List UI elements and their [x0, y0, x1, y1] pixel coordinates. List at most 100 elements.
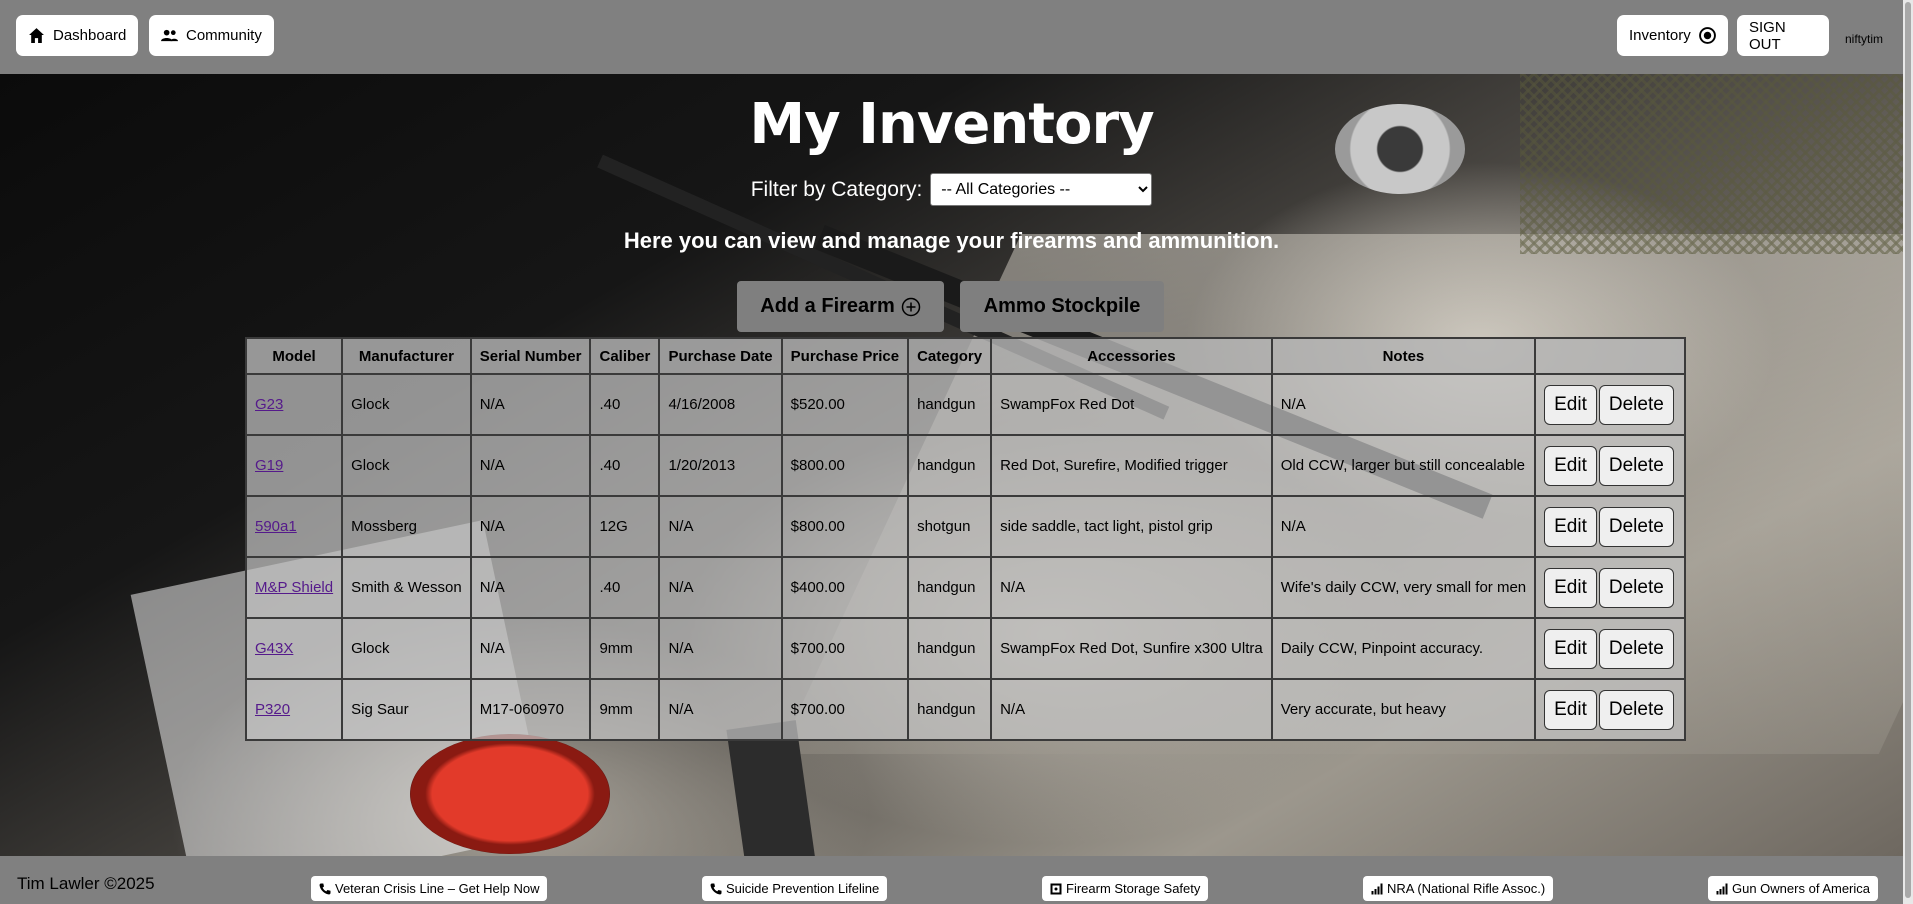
suicide-prevention-link[interactable]: Suicide Prevention Lifeline	[702, 876, 888, 901]
sign-out-button[interactable]: SIGN OUT	[1737, 15, 1829, 56]
cell-caliber: 12G	[589, 495, 661, 558]
header-manufacturer: Manufacturer	[341, 337, 472, 375]
cell-purchase-date: N/A	[658, 617, 783, 680]
cell-category: handgun	[907, 556, 993, 619]
cell-actions: Edit Delete	[1534, 495, 1686, 558]
community-label: Community	[186, 27, 262, 44]
cell-caliber: 9mm	[589, 617, 661, 680]
cell-notes: Wife's daily CCW, very small for men	[1270, 556, 1537, 619]
cell-price: $800.00	[780, 495, 910, 558]
cell-actions: Edit Delete	[1534, 617, 1686, 680]
cell-category: handgun	[907, 434, 993, 497]
delete-button[interactable]: Delete	[1598, 567, 1674, 608]
cell-price: $700.00	[780, 678, 910, 741]
edit-button[interactable]: Edit	[1544, 567, 1597, 608]
header-model: Model	[244, 337, 344, 375]
cell-actions: Edit Delete	[1534, 678, 1686, 741]
delete-button[interactable]: Delete	[1598, 384, 1674, 425]
table-header-row: Model Manufacturer Serial Number Caliber…	[244, 337, 1686, 375]
edit-button[interactable]: Edit	[1544, 689, 1597, 730]
category-select[interactable]: -- All Categories --	[930, 173, 1153, 206]
username: niftytim	[1845, 32, 1884, 46]
cell-category: handgun	[907, 373, 993, 436]
cell-accessories: SwampFox Red Dot, Sunfire x300 Ultra	[990, 617, 1273, 680]
cell-serial: N/A	[469, 434, 592, 497]
target-icon	[1698, 27, 1716, 44]
ammo-stockpile-label: Ammo Stockpile	[983, 295, 1141, 317]
model-link[interactable]: M&P Shield	[255, 579, 333, 596]
cell-caliber: 9mm	[589, 678, 661, 741]
cell-model: G19	[244, 434, 344, 497]
cell-notes: Very accurate, but heavy	[1270, 678, 1537, 741]
vertical-scrollbar[interactable]	[1903, 0, 1913, 904]
cell-price: $700.00	[780, 617, 910, 680]
phone-icon	[319, 883, 331, 894]
table-row: G23 Glock N/A .40 4/16/2008 $520.00 hand…	[244, 373, 1686, 436]
cell-serial: N/A	[469, 373, 592, 436]
copyright-text: Tim Lawler ©2025	[17, 874, 155, 893]
model-link[interactable]: G19	[255, 457, 283, 474]
users-icon	[161, 29, 178, 42]
cell-accessories: N/A	[990, 678, 1273, 741]
cell-purchase-date: 1/20/2013	[658, 434, 783, 497]
page-title: My Inventory	[749, 92, 1154, 157]
header-category: Category	[907, 337, 993, 375]
cell-price: $520.00	[780, 373, 910, 436]
footer-link-label: Suicide Prevention Lifeline	[726, 881, 880, 896]
cell-actions: Edit Delete	[1534, 556, 1686, 619]
delete-button[interactable]: Delete	[1598, 628, 1674, 669]
table-row: G43X Glock N/A 9mm N/A $700.00 handgun S…	[244, 617, 1686, 680]
signal-icon	[1371, 883, 1383, 894]
nra-link[interactable]: NRA (National Rifle Assoc.)	[1363, 876, 1554, 901]
cell-category: shotgun	[907, 495, 993, 558]
dashboard-button[interactable]: Dashboard	[16, 15, 139, 56]
footer-link-label: NRA (National Rifle Assoc.)	[1387, 881, 1546, 896]
goa-link[interactable]: Gun Owners of America	[1708, 876, 1878, 901]
model-link[interactable]: G23	[255, 396, 283, 413]
edit-button[interactable]: Edit	[1544, 628, 1597, 669]
header-accessories: Accessories	[990, 337, 1273, 375]
delete-button[interactable]: Delete	[1598, 506, 1674, 547]
cell-manufacturer: Glock	[341, 434, 472, 497]
cell-manufacturer: Mossberg	[341, 495, 472, 558]
ammo-stockpile-button[interactable]: Ammo Stockpile	[960, 281, 1164, 332]
cell-category: handgun	[907, 678, 993, 741]
category-filter: Filter by Category: -- All Categories --	[0, 173, 1903, 206]
header-actions	[1534, 337, 1686, 375]
veteran-crisis-link[interactable]: Veteran Crisis Line – Get Help Now	[311, 876, 548, 901]
delete-button[interactable]: Delete	[1598, 445, 1674, 486]
edit-button[interactable]: Edit	[1544, 445, 1597, 486]
cell-caliber: .40	[589, 556, 661, 619]
cell-purchase-date: N/A	[658, 495, 783, 558]
inventory-button[interactable]: Inventory	[1617, 15, 1728, 56]
delete-button[interactable]: Delete	[1598, 689, 1674, 730]
edit-button[interactable]: Edit	[1544, 506, 1597, 547]
cell-accessories: side saddle, tact light, pistol grip	[990, 495, 1273, 558]
footer-link-label: Veteran Crisis Line – Get Help Now	[335, 881, 540, 896]
cell-accessories: N/A	[990, 556, 1273, 619]
header-purchase-price: Purchase Price	[780, 337, 910, 375]
model-link[interactable]: G43X	[255, 640, 293, 657]
table-row: M&P Shield Smith & Wesson N/A .40 N/A $4…	[244, 556, 1686, 619]
table-row: 590a1 Mossberg N/A 12G N/A $800.00 shotg…	[244, 495, 1686, 558]
cell-model: G43X	[244, 617, 344, 680]
model-link[interactable]: P320	[255, 701, 290, 718]
firearm-storage-link[interactable]: Firearm Storage Safety	[1042, 876, 1209, 901]
home-icon	[29, 28, 44, 43]
cell-caliber: .40	[589, 434, 661, 497]
cell-purchase-date: 4/16/2008	[658, 373, 783, 436]
header-caliber: Caliber	[589, 337, 661, 375]
cell-caliber: .40	[589, 373, 661, 436]
model-link[interactable]: 590a1	[255, 518, 297, 535]
filter-label: Filter by Category:	[750, 177, 923, 201]
phone-icon	[710, 883, 722, 894]
header-notes: Notes	[1270, 337, 1537, 375]
scrollbar-thumb[interactable]	[1905, 2, 1911, 898]
footer-link-label: Gun Owners of America	[1732, 881, 1870, 896]
add-firearm-button[interactable]: Add a Firearm	[737, 281, 944, 332]
cell-manufacturer: Glock	[341, 617, 472, 680]
safe-icon	[1050, 883, 1062, 894]
cell-model: M&P Shield	[244, 556, 344, 619]
edit-button[interactable]: Edit	[1544, 384, 1597, 425]
community-button[interactable]: Community	[149, 15, 274, 56]
